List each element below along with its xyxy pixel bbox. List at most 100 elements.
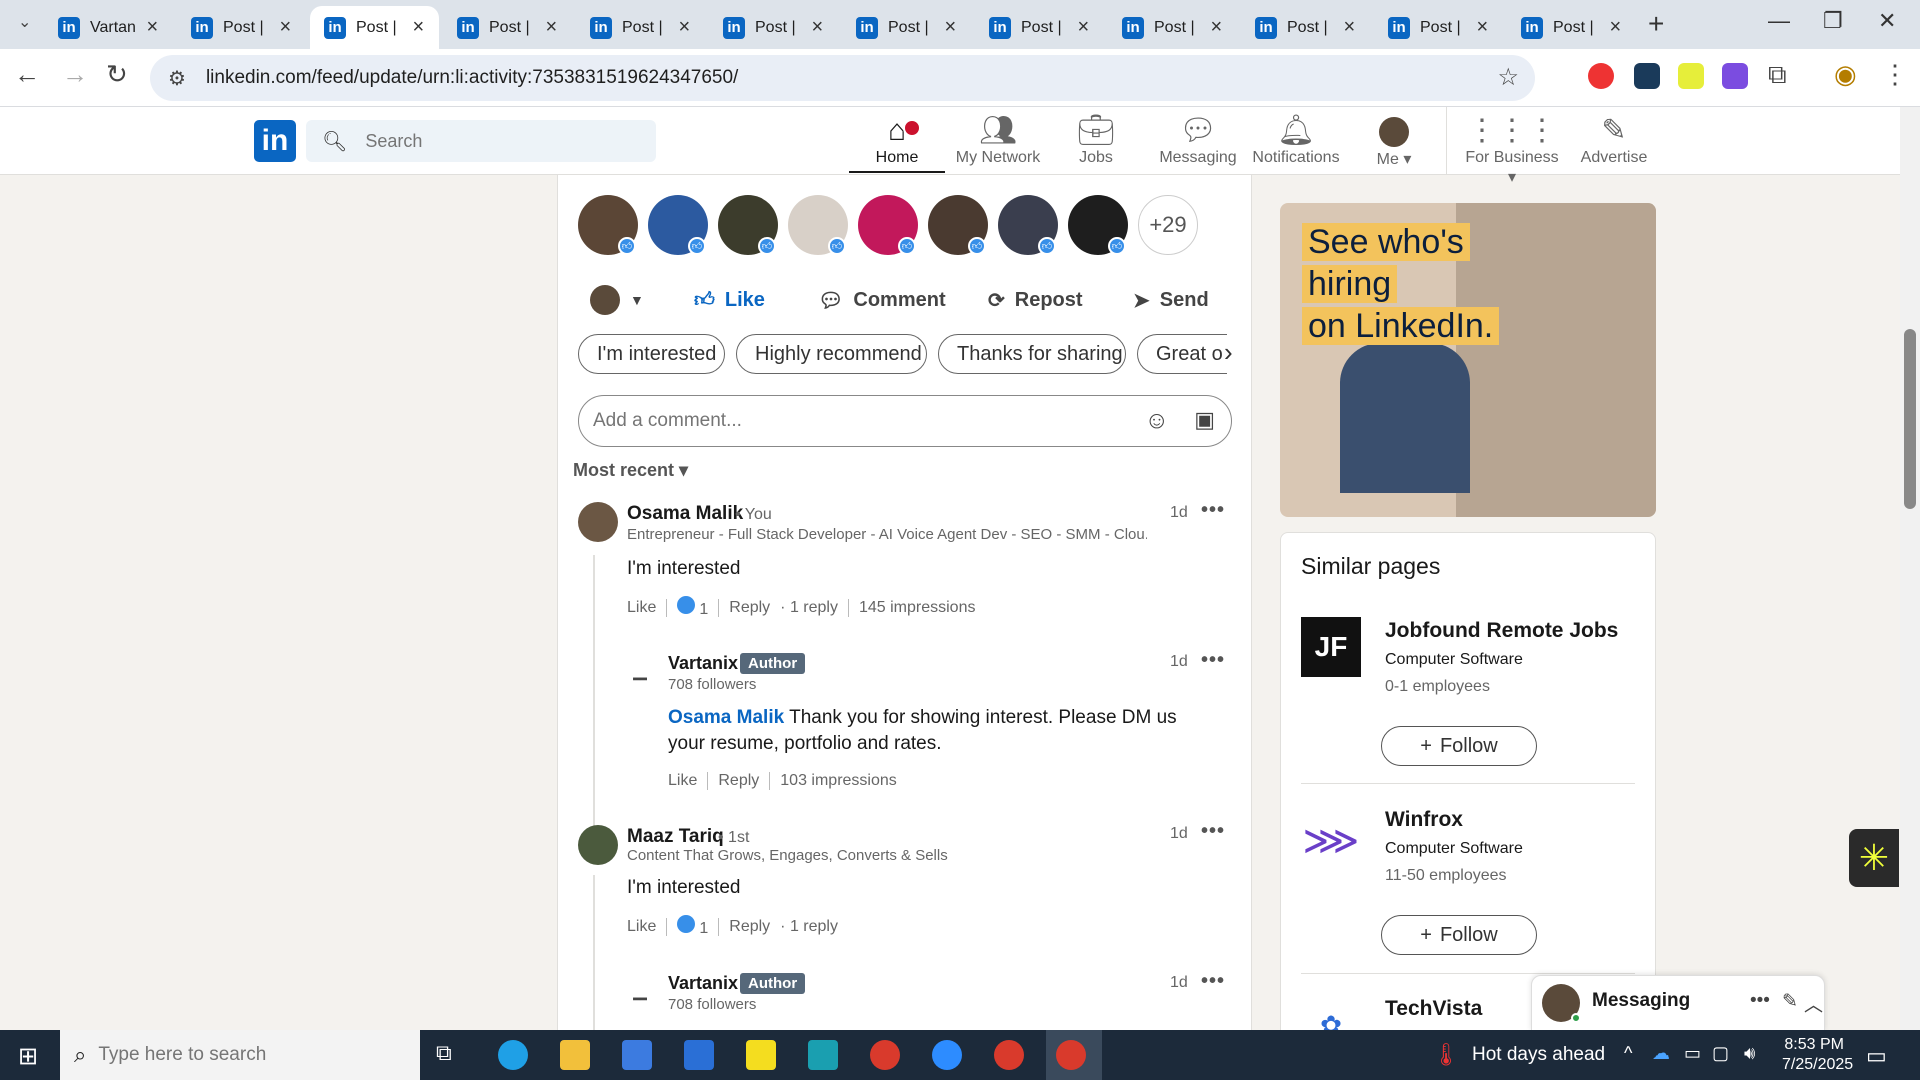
tab-close-icon[interactable]: × bbox=[412, 16, 425, 39]
reply-author-name[interactable]: Vartanix bbox=[668, 653, 738, 674]
site-info-icon[interactable]: ⚙ bbox=[168, 66, 186, 91]
reply-more-icon[interactable]: ••• bbox=[1201, 970, 1225, 993]
more-icon[interactable]: ••• bbox=[1750, 990, 1770, 1012]
send-button[interactable]: ➤ Send bbox=[1133, 280, 1209, 320]
sticky-notes-icon[interactable] bbox=[746, 1040, 776, 1070]
more-reactions-count[interactable]: +29 bbox=[1138, 195, 1198, 255]
follow-button[interactable]: + Follow bbox=[1381, 726, 1537, 766]
restore-icon[interactable]: ❐ bbox=[1823, 8, 1843, 34]
menu-kebab-icon[interactable]: ⋮ bbox=[1882, 59, 1908, 90]
tab-close-icon[interactable]: × bbox=[146, 16, 159, 39]
reply-count[interactable]: · 1 reply bbox=[780, 599, 838, 617]
company-logo[interactable]: JF bbox=[1301, 617, 1361, 677]
chrome-icon[interactable] bbox=[870, 1040, 900, 1070]
network-icon[interactable]: ▢ bbox=[1712, 1043, 1729, 1064]
nav-item-for-business[interactable]: ⋮⋮⋮ For Business ▾ bbox=[1462, 113, 1562, 187]
volume-icon[interactable]: 🔊︎ bbox=[1744, 1043, 1755, 1064]
suggestion-chip[interactable]: Great o bbox=[1137, 334, 1227, 374]
tab-close-icon[interactable]: × bbox=[1476, 16, 1489, 39]
close-window-icon[interactable]: ✕ bbox=[1878, 8, 1896, 34]
scrollbar[interactable] bbox=[1900, 107, 1920, 1030]
chevron-right-icon[interactable]: › bbox=[1224, 337, 1233, 368]
sort-dropdown[interactable]: Most recent ▾ bbox=[573, 460, 688, 481]
browser-tab[interactable]: in Post | F × bbox=[1241, 6, 1370, 49]
store-icon[interactable] bbox=[622, 1040, 652, 1070]
chevron-up-icon[interactable]: ︿ bbox=[1804, 990, 1823, 1017]
forward-icon[interactable]: → bbox=[62, 59, 88, 90]
browser-tab[interactable]: in Post | F × bbox=[1507, 6, 1636, 49]
ad-banner[interactable]: See who's hiring on LinkedIn. bbox=[1280, 203, 1656, 517]
weather-text[interactable]: Hot days ahead bbox=[1472, 1044, 1605, 1066]
reply-reply-button[interactable]: Reply bbox=[718, 772, 759, 790]
comment-button[interactable]: 💬︎ Comment bbox=[818, 280, 946, 320]
browser-tab[interactable]: in Post | F × bbox=[576, 6, 705, 49]
repost-button[interactable]: ⟳ Repost bbox=[988, 280, 1083, 320]
chrome-icon[interactable] bbox=[994, 1040, 1024, 1070]
minimize-icon[interactable]: — bbox=[1768, 8, 1790, 34]
comment-more-icon[interactable]: ••• bbox=[1201, 820, 1225, 843]
commenter-name[interactable]: Osama Malik bbox=[627, 503, 743, 525]
tab-close-icon[interactable]: × bbox=[1343, 16, 1356, 39]
nav-item-advertise[interactable]: ✎ Advertise bbox=[1564, 113, 1664, 167]
nav-item-home[interactable]: ⌂ Home bbox=[847, 113, 947, 173]
edge-icon[interactable] bbox=[498, 1040, 528, 1070]
compose-icon[interactable]: ✎ bbox=[1782, 990, 1798, 1013]
mail-icon[interactable] bbox=[684, 1040, 714, 1070]
nav-item-jobs[interactable]: 💼︎ Jobs bbox=[1046, 113, 1146, 167]
battery-icon[interactable]: ▭ bbox=[1684, 1043, 1701, 1064]
tab-close-icon[interactable]: × bbox=[944, 16, 957, 39]
tab-close-icon[interactable]: × bbox=[545, 16, 558, 39]
messaging-bar[interactable]: Messaging ••• ✎ ︿ bbox=[1531, 975, 1825, 1031]
follow-button[interactable]: + Follow bbox=[1381, 915, 1537, 955]
commenter-name[interactable]: Maaz Tariq bbox=[627, 826, 724, 848]
like-button[interactable]: 👍︎ Like bbox=[694, 280, 765, 320]
url-text[interactable]: linkedin.com/feed/update/urn:li:activity… bbox=[206, 67, 738, 89]
suggestion-chip[interactable]: Highly recommend bbox=[736, 334, 927, 374]
windows-start-icon[interactable]: ⊞ bbox=[18, 1042, 38, 1071]
reply-like-button[interactable]: Like bbox=[668, 772, 697, 790]
company-name[interactable]: TechVista bbox=[1385, 997, 1482, 1021]
tab-close-icon[interactable]: × bbox=[678, 16, 691, 39]
browser-tab[interactable]: in Post | F × bbox=[709, 6, 838, 49]
clock[interactable]: 8:53 PM 7/25/2025 bbox=[1782, 1035, 1853, 1075]
browser-tab[interactable]: in Post | F × bbox=[975, 6, 1104, 49]
tab-search-icon[interactable]: ⌄ bbox=[18, 12, 31, 32]
scrollbar-thumb[interactable] bbox=[1904, 329, 1916, 509]
browser-tab[interactable]: in Post | F × bbox=[177, 6, 306, 49]
nav-item-notifications[interactable]: 🔔︎ Notifications bbox=[1246, 113, 1346, 167]
company-name[interactable]: Jobfound Remote Jobs bbox=[1385, 619, 1618, 643]
extension-icon[interactable] bbox=[1634, 63, 1660, 89]
browser-tab[interactable]: in Vartan × bbox=[44, 6, 173, 49]
tab-close-icon[interactable]: × bbox=[1210, 16, 1223, 39]
reply-more-icon[interactable]: ••• bbox=[1201, 649, 1225, 672]
task-view-icon[interactable]: ⧉ bbox=[436, 1040, 466, 1070]
tab-close-icon[interactable]: × bbox=[279, 16, 292, 39]
app-icon[interactable] bbox=[808, 1040, 838, 1070]
avatar[interactable] bbox=[578, 502, 618, 542]
nav-item-my-network[interactable]: 👥︎ My Network bbox=[948, 113, 1048, 167]
onedrive-icon[interactable]: ☁ bbox=[1652, 1043, 1670, 1064]
taskbar-search[interactable]: ⌕ bbox=[60, 1030, 420, 1080]
nav-item-me[interactable]: Me ▾ bbox=[1344, 113, 1444, 169]
company-logo[interactable]: ⋙ bbox=[1301, 811, 1361, 871]
extension-icon[interactable] bbox=[1678, 63, 1704, 89]
avatar[interactable] bbox=[578, 825, 618, 865]
search-input[interactable] bbox=[365, 130, 646, 152]
chevron-up-icon[interactable]: ^ bbox=[1624, 1043, 1632, 1064]
chrome-icon[interactable] bbox=[1056, 1040, 1086, 1070]
tab-close-icon[interactable]: × bbox=[811, 16, 824, 39]
image-icon[interactable]: ▣ bbox=[1194, 407, 1215, 433]
tab-close-icon[interactable]: × bbox=[1077, 16, 1090, 39]
comment-reply-button[interactable]: Reply bbox=[729, 918, 770, 936]
mention-link[interactable]: Osama Malik bbox=[668, 707, 784, 728]
suggestion-chip[interactable]: Thanks for sharing bbox=[938, 334, 1126, 374]
suggestion-chip[interactable]: I'm interested bbox=[578, 334, 725, 374]
comment-reply-button[interactable]: Reply bbox=[729, 599, 770, 617]
nav-item-messaging[interactable]: 💬︎ Messaging bbox=[1148, 113, 1248, 167]
reply-author-name[interactable]: Vartanix bbox=[668, 973, 738, 994]
comment-input[interactable] bbox=[593, 410, 1093, 432]
extension-icon[interactable] bbox=[1588, 63, 1614, 89]
browser-tab[interactable]: in Post | F × bbox=[1374, 6, 1503, 49]
browser-tab[interactable]: in Post | F × bbox=[1108, 6, 1237, 49]
avatar[interactable]: ▂▂ bbox=[622, 657, 658, 693]
